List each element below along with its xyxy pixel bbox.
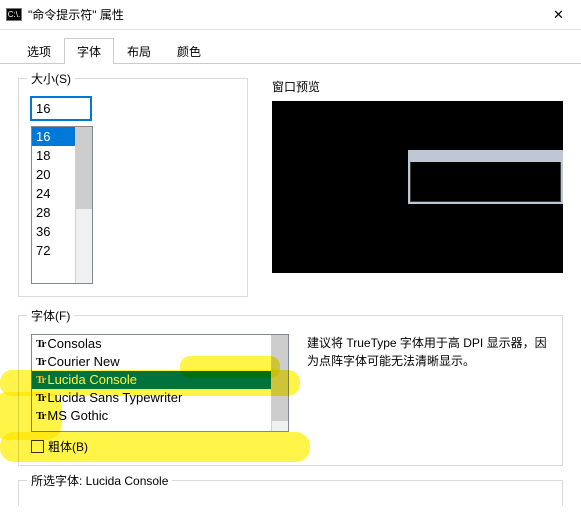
window-title: "命令提示符" 属性 — [28, 6, 124, 23]
bold-row: 粗体(B) — [31, 438, 550, 455]
font-option[interactable]: TrCourier New — [32, 353, 271, 371]
tab-bar: 选项 字体 布局 颜色 — [0, 30, 581, 64]
preview-section: 窗口预览 — [272, 78, 563, 297]
font-option-label: MS Gothic — [47, 407, 108, 425]
font-scrollbar[interactable] — [271, 335, 288, 431]
font-option-label: Courier New — [47, 353, 119, 371]
font-option[interactable]: TrMS Gothic — [32, 407, 271, 425]
preview-label: 窗口预览 — [272, 78, 563, 95]
truetype-icon: Tr — [36, 407, 45, 425]
font-option[interactable]: TrLucida Sans Typewriter — [32, 389, 271, 407]
title-bar: C:\. "命令提示符" 属性 ✕ — [0, 0, 581, 30]
font-option[interactable]: TrLucida Console — [32, 371, 271, 389]
size-option[interactable]: 16 — [32, 127, 75, 146]
font-hint: 建议将 TrueType 字体用于高 DPI 显示器，因为点阵字体可能无法清晰显… — [307, 334, 550, 432]
size-option[interactable]: 36 — [32, 222, 75, 241]
font-option[interactable]: TrConsolas — [32, 335, 271, 353]
font-group: 字体(F) TrConsolas TrCourier New TrLucida … — [18, 315, 563, 466]
tab-font[interactable]: 字体 — [64, 38, 114, 64]
truetype-icon: Tr — [36, 353, 45, 371]
preview-inner-window — [408, 150, 563, 204]
tab-layout[interactable]: 布局 — [114, 38, 164, 64]
font-group-label: 字体(F) — [27, 307, 74, 324]
size-option[interactable]: 18 — [32, 146, 75, 165]
font-list[interactable]: TrConsolas TrCourier New TrLucida Consol… — [31, 334, 289, 432]
size-scrollbar[interactable] — [75, 127, 92, 283]
truetype-icon: Tr — [36, 335, 45, 353]
selected-font-label: 所选字体: Lucida Console — [27, 472, 172, 489]
size-label: 大小(S) — [27, 70, 75, 87]
size-input[interactable] — [31, 97, 91, 120]
truetype-icon: Tr — [36, 371, 45, 389]
cmd-icon: C:\. — [6, 8, 22, 21]
bold-label: 粗体(B) — [48, 438, 88, 455]
close-button[interactable]: ✕ — [536, 0, 581, 29]
size-option[interactable]: 28 — [32, 203, 75, 222]
font-option-label: Lucida Console — [47, 371, 137, 389]
truetype-icon: Tr — [36, 389, 45, 407]
size-option[interactable]: 20 — [32, 165, 75, 184]
size-option[interactable]: 24 — [32, 184, 75, 203]
bold-checkbox[interactable] — [31, 440, 44, 453]
selected-font-group: 所选字体: Lucida Console — [18, 480, 563, 506]
size-option[interactable]: 72 — [32, 241, 75, 260]
size-list[interactable]: 16 18 20 24 28 36 72 — [31, 126, 93, 284]
font-option-label: Lucida Sans Typewriter — [47, 389, 182, 407]
tab-options[interactable]: 选项 — [14, 38, 64, 64]
size-group: 大小(S) 16 18 20 24 28 36 72 — [18, 78, 248, 297]
tab-colors[interactable]: 颜色 — [164, 38, 214, 64]
font-option-label: Consolas — [47, 335, 101, 353]
window-preview — [272, 101, 563, 273]
